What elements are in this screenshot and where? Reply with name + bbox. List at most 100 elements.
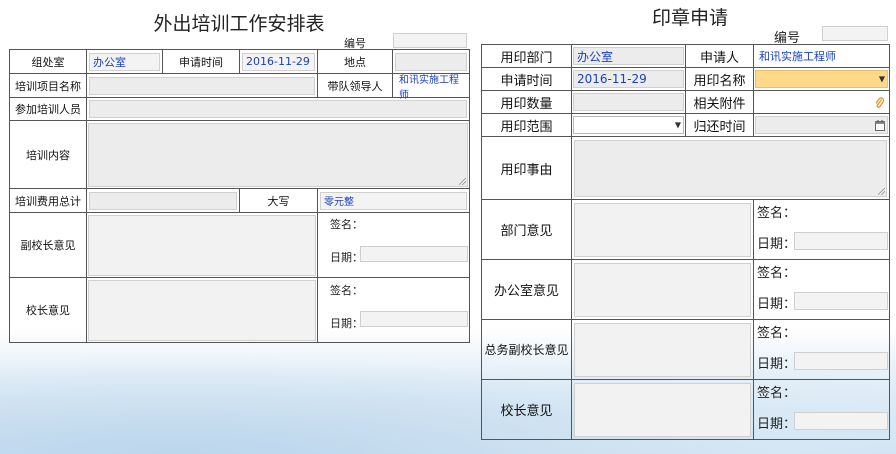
dept-label: 组处室 [9,49,87,74]
vp-sign-label: 签名： [330,218,363,231]
gvp-opinion-label: 总务副校长意见 [481,319,572,380]
apply-time-field[interactable]: 2016-11-29 [242,52,315,71]
dept-opinion-textarea[interactable] [574,202,751,257]
dept-date-field[interactable] [794,232,888,250]
gvp-date-field[interactable] [794,352,888,370]
office-opinion-textarea[interactable] [574,262,751,317]
seal-dept-field[interactable]: 办公室 [573,47,684,65]
applicant-field[interactable]: 和讯实施工程师 [755,47,888,65]
participants-label: 参加培训人员 [9,97,87,121]
participants-cell [86,97,470,121]
principal-opinion-cell [86,277,318,343]
attachment-label: 相关附件 [685,90,754,114]
seal-count-label: 用印数量 [481,90,572,114]
dept-value: 办公室 [93,55,126,69]
right-number-field[interactable] [822,26,888,41]
location-field[interactable] [395,52,467,71]
leader-value: 和讯实施工程师 [399,74,459,101]
right-form-table: 用印部门 办公室 申请人 和讯实施工程师 申请时间 2016-11-29 用印名… [481,44,890,440]
seal-name-label: 用印名称 [685,67,754,91]
apply-time-label: 申请时间 [162,49,240,74]
project-label: 培训项目名称 [9,73,87,98]
dept-field[interactable]: 办公室 [89,52,160,71]
gvp-opinion-textarea[interactable] [574,322,751,377]
participants-field[interactable] [89,100,467,118]
content-label: 培训内容 [9,120,87,189]
project-field[interactable] [89,76,315,95]
calendar-icon[interactable] [875,120,885,131]
cost-field[interactable] [89,191,237,210]
dept-opinion-cell [571,199,754,260]
seal-principal-date-label: 日期： [757,417,797,432]
chevron-down-icon[interactable]: ▼ [675,121,681,130]
seal-name-select[interactable]: ▼ [755,70,888,88]
content-textarea[interactable] [88,122,468,187]
applicant-value: 和讯实施工程师 [759,50,836,63]
content-cell [86,120,470,189]
principal-date-field[interactable] [360,311,468,327]
resize-grip-icon[interactable] [459,177,466,185]
seal-principal-opinion-cell [571,379,754,440]
vp-date-field[interactable] [360,246,468,262]
reason-cell [571,136,890,200]
right-form-title: 印章申请 [651,7,728,29]
leader-field[interactable]: 和讯实施工程师 [395,75,467,101]
seal-principal-opinion-textarea[interactable] [574,382,751,437]
attachment-cell [753,90,890,114]
scope-select[interactable]: ▼ [573,116,684,134]
vp-date-label: 日期： [330,251,363,264]
gvp-date-label: 日期： [757,357,797,372]
seal-count-field[interactable] [573,93,684,111]
dept-sign-label: 签名： [757,206,797,221]
gvp-opinion-cell [571,319,754,380]
cost-label: 培训费用总计 [9,188,87,213]
vp-opinion-label: 副校长意见 [9,212,87,278]
resize-grip-icon[interactable] [878,187,885,195]
dept-sign-cell: 签名： 日期： [753,199,890,260]
gvp-sign-cell: 签名： 日期： [753,319,890,380]
capital-value: 零元整 [324,197,354,208]
apply-time-value: 2016-11-29 [246,55,310,68]
project-cell [86,73,318,98]
office-date-field[interactable] [794,292,888,310]
seal-count-cell [571,90,686,114]
reason-textarea[interactable] [574,139,887,197]
seal-name-cell: ▼ [753,67,890,91]
left-form-title: 外出培训工作安排表 [153,13,325,35]
capital-field[interactable]: 零元整 [320,191,467,210]
cost-cell [86,188,240,213]
office-opinion-label: 办公室意见 [481,259,572,320]
seal-apply-time-cell: 2016-11-29 [571,67,686,91]
attachment-field[interactable] [755,93,888,111]
seal-dept-cell: 办公室 [571,44,686,68]
gvp-sign-label: 签名： [757,326,797,341]
left-form-table: 组处室 办公室 申请时间 2016-11-29 地点 培训项目名称 带队领导人 … [9,49,470,343]
seal-dept-value: 办公室 [577,49,614,64]
principal-opinion-label: 校长意见 [9,277,87,343]
seal-apply-time-value: 2016-11-29 [577,72,647,86]
principal-opinion-textarea[interactable] [88,279,316,341]
principal-sign-label: 签名： [330,284,363,297]
seal-apply-time-field[interactable]: 2016-11-29 [573,70,684,88]
office-opinion-cell [571,259,754,320]
scope-label: 用印范围 [481,113,572,137]
vp-opinion-textarea[interactable] [88,214,316,276]
chevron-down-icon[interactable]: ▼ [879,75,885,84]
location-label: 地点 [317,49,393,74]
return-time-cell [753,113,890,137]
seal-dept-label: 用印部门 [481,44,572,68]
dept-opinion-label: 部门意见 [481,199,572,260]
office-date-label: 日期： [757,297,797,312]
dept-cell: 办公室 [86,49,163,74]
return-time-field[interactable] [755,116,888,134]
paperclip-icon[interactable] [875,97,884,109]
principal-sign-cell: 签名： 日期： [317,277,470,343]
leader-label: 带队领导人 [317,73,393,98]
capital-label: 大写 [239,188,318,213]
seal-principal-date-field[interactable] [794,412,888,430]
applicant-cell: 和讯实施工程师 [753,44,890,68]
left-number-field[interactable] [393,33,467,48]
seal-apply-time-label: 申请时间 [481,67,572,91]
applicant-label: 申请人 [685,44,754,68]
apply-time-cell: 2016-11-29 [239,49,318,74]
